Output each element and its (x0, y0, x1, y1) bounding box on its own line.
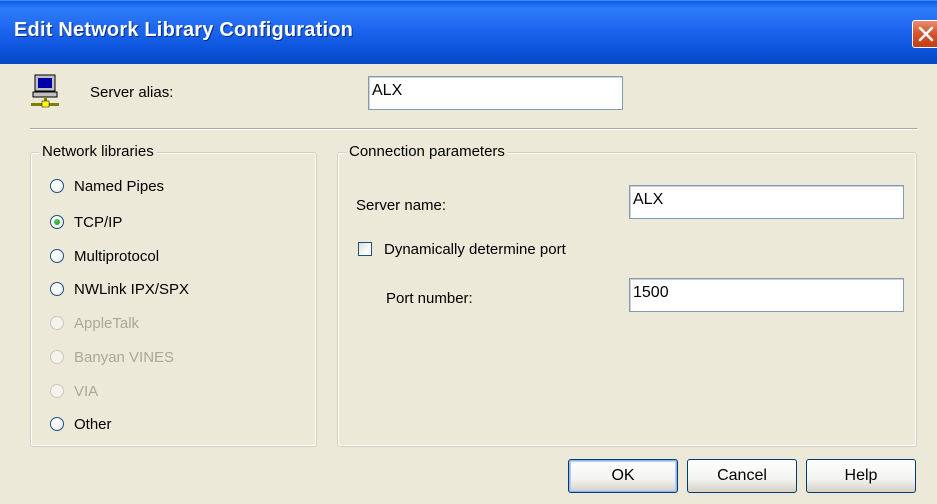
radio-label-multiprotocol: Multiprotocol (74, 247, 160, 265)
server-alias-label: Server alias: (90, 84, 174, 101)
port-number-label: Port number: (386, 290, 473, 307)
radio-button-disabled (50, 316, 64, 330)
help-button[interactable]: Help (806, 459, 916, 493)
connection-parameters-legend: Connection parameters (346, 143, 508, 160)
radio-label-nwlink-ipx-spx: NWLink IPX/SPX (74, 280, 190, 298)
network-libraries-legend: Network libraries (39, 143, 157, 160)
server-name-label: Server name: (356, 197, 447, 214)
radio-appletalk: AppleTalk (50, 313, 139, 333)
radio-label-other: Other (74, 415, 112, 433)
close-button[interactable] (912, 20, 937, 48)
divider (30, 128, 917, 130)
ok-button[interactable]: OK (568, 459, 678, 493)
radio-nwlink-ipx-spx[interactable]: NWLink IPX/SPX (50, 279, 189, 299)
radio-label-appletalk: AppleTalk (74, 314, 140, 332)
radio-button[interactable] (50, 282, 64, 296)
cancel-button[interactable]: Cancel (687, 459, 797, 493)
radio-label-banyan-vines: Banyan VINES (74, 348, 175, 366)
port-number-input[interactable]: 1500 (629, 278, 904, 312)
dynamic-port-checkbox[interactable] (358, 242, 372, 256)
radio-banyan-vines: Banyan VINES (50, 347, 174, 367)
radio-button[interactable] (50, 249, 64, 263)
radio-button-disabled (50, 384, 64, 398)
server-name-input[interactable]: ALX (629, 185, 904, 219)
radio-button[interactable] (50, 417, 64, 431)
radio-button-selected[interactable] (50, 215, 64, 229)
radio-label-named-pipes: Named Pipes (74, 177, 165, 195)
edit-network-library-dialog: Edit Network Library Configuration Serve… (0, 0, 937, 504)
dynamic-port-label[interactable]: Dynamically determine port (384, 241, 566, 258)
network-libraries-group: Network libraries (30, 143, 317, 447)
close-icon (918, 26, 934, 42)
radio-label-via: VIA (74, 382, 99, 400)
radio-multiprotocol[interactable]: Multiprotocol (50, 246, 159, 266)
radio-label-tcp-ip: TCP/IP (74, 213, 123, 231)
radio-via: VIA (50, 381, 98, 401)
radio-button-disabled (50, 350, 64, 364)
window-title: Edit Network Library Configuration (14, 19, 354, 41)
radio-other[interactable]: Other (50, 414, 112, 434)
radio-tcp-ip[interactable]: TCP/IP (50, 212, 122, 232)
computer-network-icon (28, 73, 62, 111)
server-alias-input[interactable]: ALX (368, 76, 623, 110)
title-bar[interactable]: Edit Network Library Configuration (0, 0, 937, 64)
radio-named-pipes[interactable]: Named Pipes (50, 176, 164, 196)
radio-button[interactable] (50, 179, 64, 193)
